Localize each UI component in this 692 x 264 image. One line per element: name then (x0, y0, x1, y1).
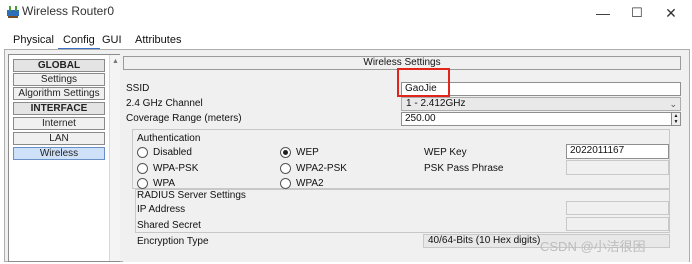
watermark: CSDN @小洁很困 (540, 239, 646, 254)
radius-title: RADIUS Server Settings (137, 190, 246, 201)
auth-wep-label: WEP (296, 147, 319, 158)
radio-wpa-psk[interactable] (137, 163, 148, 174)
sidebar: GLOBAL Settings Algorithm Settings INTER… (8, 54, 120, 262)
auth-wpa2-psk-option[interactable]: WPA2-PSK (280, 162, 380, 176)
wep-key-input[interactable]: 2022011167 (566, 144, 669, 159)
radio-wpa2-psk[interactable] (280, 163, 291, 174)
minimize-button[interactable]: — (586, 2, 620, 24)
authentication-title: Authentication (137, 133, 201, 144)
radio-wep[interactable] (280, 147, 291, 158)
auth-wpa2-psk-label: WPA2-PSK (296, 163, 347, 174)
channel-value: 1 - 2.412GHz (406, 98, 466, 109)
router-app-icon (7, 6, 19, 18)
auth-wep-option[interactable]: WEP (280, 146, 380, 160)
coverage-label: Coverage Range (meters) (126, 113, 242, 124)
chevron-down-icon: ⌄ (669, 99, 677, 109)
sidebar-header-interface: INTERFACE (13, 102, 105, 115)
sidebar-header-global: GLOBAL (13, 59, 105, 72)
sidebar-item-wireless[interactable]: Wireless (13, 147, 105, 160)
sidebar-item-lan[interactable]: LAN (13, 132, 105, 145)
encryption-type-value: 40/64-Bits (10 Hex digits) (428, 235, 541, 246)
ip-address-input[interactable] (566, 201, 669, 215)
radio-disabled[interactable] (137, 147, 148, 158)
wep-key-label: WEP Key (424, 147, 467, 158)
sidebar-item-algorithm-settings[interactable]: Algorithm Settings (13, 87, 105, 100)
sidebar-item-internet[interactable]: Internet (13, 117, 105, 130)
sidebar-item-settings[interactable]: Settings (13, 73, 105, 86)
channel-select[interactable]: 1 - 2.412GHz ⌄ (401, 97, 681, 111)
shared-secret-input[interactable] (566, 217, 669, 231)
shared-secret-label: Shared Secret (137, 220, 201, 231)
title-bar: Wireless Router0 — ☐ ✕ (0, 0, 692, 26)
tab-config[interactable]: Config (58, 33, 100, 49)
auth-disabled-option[interactable]: Disabled (137, 146, 237, 160)
ssid-highlight-box (397, 68, 450, 97)
ip-address-label: IP Address (137, 204, 186, 215)
radio-wpa2[interactable] (280, 178, 291, 189)
psk-pass-phrase-input[interactable] (566, 160, 669, 175)
auth-disabled-label: Disabled (153, 147, 192, 158)
auth-wpa-psk-label: WPA-PSK (153, 163, 199, 174)
window-title: Wireless Router0 (22, 4, 115, 18)
spinner-arrows-icon[interactable]: ▲ ▼ (671, 113, 680, 125)
tab-gui[interactable]: GUI (97, 33, 127, 49)
ssid-label: SSID (126, 83, 150, 94)
scroll-up-icon[interactable]: ▲ (112, 58, 119, 65)
coverage-value: 250.00 (405, 113, 436, 124)
radio-wpa[interactable] (137, 178, 148, 189)
psk-pass-phrase-label: PSK Pass Phrase (424, 163, 504, 174)
encryption-type-label: Encryption Type (137, 236, 209, 247)
tab-physical[interactable]: Physical (8, 33, 59, 49)
channel-label: 2.4 GHz Channel (126, 98, 203, 109)
tab-attributes[interactable]: Attributes (130, 33, 186, 49)
coverage-input[interactable]: 250.00 ▲ ▼ (401, 112, 681, 126)
sidebar-scrollbar[interactable]: ▲ (109, 55, 120, 261)
close-button[interactable]: ✕ (654, 2, 688, 24)
auth-wpa-psk-option[interactable]: WPA-PSK (137, 162, 237, 176)
maximize-button[interactable]: ☐ (620, 2, 654, 24)
